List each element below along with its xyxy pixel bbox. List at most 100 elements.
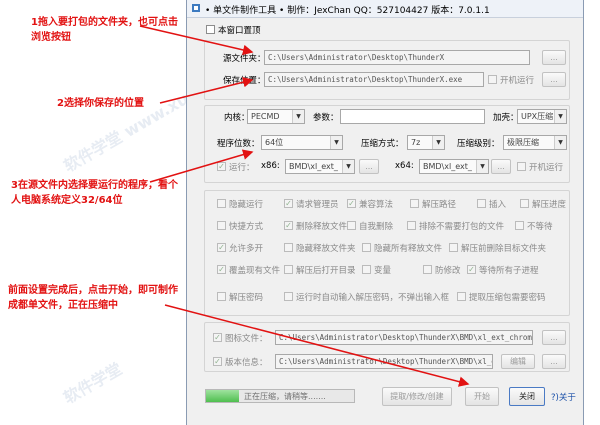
- option-checkbox[interactable]: [457, 292, 466, 301]
- progress-bar: 正在压缩，请稍等.......: [205, 389, 355, 403]
- x64-select[interactable]: BMD\xl_ext_ ▼: [419, 159, 489, 174]
- option-checkbox[interactable]: [284, 243, 293, 252]
- option-checkbox[interactable]: [477, 199, 486, 208]
- annotation-step4: 前面设置完成后，点击开始，即可制作成都单文件，正在压缩中: [8, 285, 178, 311]
- option-label: 请求管理员: [296, 200, 339, 210]
- extract-modify-create-button[interactable]: 提取/修改/创建: [382, 387, 452, 406]
- chevron-down-icon: ▼: [330, 136, 342, 149]
- x86-browse-button[interactable]: ...: [359, 159, 379, 174]
- option-checkbox[interactable]: [217, 292, 226, 301]
- about-link[interactable]: ?)关于: [551, 391, 576, 403]
- annotation-step3: 3在源文件内选择要运行的程序，看个人电脑系统定义32/64位: [11, 180, 178, 206]
- option-checkbox[interactable]: [449, 243, 458, 252]
- option-label: 删除释放文件: [296, 222, 348, 232]
- option-checkbox[interactable]: [410, 199, 419, 208]
- option-checkbox[interactable]: [284, 265, 293, 274]
- chevron-down-icon: ▼: [432, 136, 444, 149]
- option-label: 运行时自动输入解压密码，不弹出输入框: [296, 293, 450, 303]
- x86-select[interactable]: BMD\xl_ext_ ▼: [285, 159, 355, 174]
- startup-checkbox[interactable]: [488, 75, 497, 84]
- x64-browse-button[interactable]: ...: [491, 159, 511, 174]
- option-label: 隐藏所有释放文件: [374, 244, 443, 254]
- start-button[interactable]: 开始: [465, 387, 499, 406]
- icon-file-checkbox[interactable]: ✓: [213, 333, 222, 342]
- topmost-checkbox[interactable]: [206, 25, 215, 34]
- option-checkbox[interactable]: ✓: [217, 265, 226, 274]
- bits-label: 程序位数：: [217, 139, 260, 149]
- option-checkbox[interactable]: [362, 243, 371, 252]
- option-label: 解压密码: [229, 293, 264, 303]
- shell-label: 加壳：: [493, 113, 519, 123]
- level-select[interactable]: 极限压缩 ▼: [503, 135, 567, 150]
- option-checkbox[interactable]: [515, 221, 524, 230]
- version-info-field[interactable]: C:\Users\Administrator\Desktop\ThunderX\…: [275, 354, 493, 369]
- level-label: 压缩级别：: [457, 139, 500, 149]
- x64-label: x64:: [395, 161, 414, 171]
- option-checkbox[interactable]: [284, 292, 293, 301]
- version-info-label: 版本信息：: [225, 358, 268, 368]
- version-info-checkbox[interactable]: ✓: [213, 357, 222, 366]
- param-input[interactable]: [340, 109, 485, 124]
- progress-fill: [206, 390, 239, 402]
- annotation-step1: 1拖入要打包的文件夹，也可点击浏览按钮: [31, 17, 178, 43]
- startup-label: 开机运行: [500, 76, 535, 86]
- save-location-field[interactable]: C:\Users\Administrator\Desktop\ThunderX.…: [264, 72, 484, 87]
- run-startup-label: 开机运行: [529, 163, 564, 173]
- version-browse-button[interactable]: ...: [542, 354, 566, 369]
- option-checkbox[interactable]: [362, 265, 371, 274]
- option-checkbox[interactable]: [217, 199, 226, 208]
- x64-value: BMD\xl_ext_: [423, 162, 472, 171]
- x86-label: x86:: [261, 161, 280, 171]
- chevron-down-icon: ▼: [292, 110, 304, 123]
- level-value: 极限压缩: [507, 138, 539, 147]
- bits-select[interactable]: 64位 ▼: [261, 135, 343, 150]
- compress-label: 压缩方式：: [361, 139, 404, 149]
- compress-value: 7z: [411, 138, 421, 147]
- run-startup-checkbox[interactable]: [517, 162, 526, 171]
- window-title: • 单文件制作工具 • 制作：JexChan QQ：527104427 版本：7…: [205, 6, 490, 16]
- option-label: 解压后打开目录: [296, 266, 356, 276]
- source-browse-button[interactable]: ...: [542, 50, 566, 65]
- core-label: 内核：: [224, 113, 250, 123]
- icon-file-field[interactable]: C:\Users\Administrator\Desktop\ThunderX\…: [275, 330, 533, 345]
- option-checkbox[interactable]: [407, 221, 416, 230]
- chevron-down-icon: ▼: [554, 110, 566, 123]
- option-checkbox[interactable]: ✓: [284, 199, 293, 208]
- option-label: 隐藏释放文件夹: [296, 244, 356, 254]
- option-label: 等待所有子进程: [479, 266, 539, 276]
- option-label: 覆盖现有文件: [229, 266, 281, 276]
- param-label: 参数：: [313, 113, 339, 123]
- source-folder-field[interactable]: C:\Users\Administrator\Desktop\ThunderX: [264, 50, 530, 65]
- compress-select[interactable]: 7z ▼: [407, 135, 445, 150]
- watermark: 软件学堂: [60, 359, 126, 408]
- chevron-down-icon: ▼: [342, 160, 354, 173]
- annotation-step2: 2选择你保存的位置: [57, 98, 144, 109]
- option-label: 插入: [489, 200, 507, 210]
- option-checkbox[interactable]: [217, 221, 226, 230]
- save-browse-button[interactable]: ...: [542, 72, 566, 87]
- app-icon: [192, 4, 200, 12]
- option-label: 隐藏运行: [229, 200, 264, 210]
- option-checkbox[interactable]: ✓: [284, 221, 293, 230]
- option-checkbox[interactable]: ✓: [347, 199, 356, 208]
- title-bar: • 单文件制作工具 • 制作：JexChan QQ：527104427 版本：7…: [187, 0, 583, 18]
- shell-select[interactable]: UPX压缩 ▼: [517, 109, 567, 124]
- option-checkbox[interactable]: ✓: [467, 265, 476, 274]
- core-select[interactable]: PECMD ▼: [247, 109, 305, 124]
- run-checkbox[interactable]: ✓: [217, 162, 226, 171]
- option-label: 变量: [374, 266, 392, 276]
- option-label: 自我删除: [359, 222, 394, 232]
- option-checkbox[interactable]: [347, 221, 356, 230]
- progress-text: 正在压缩，请稍等.......: [244, 392, 326, 401]
- close-button[interactable]: 关闭: [509, 387, 545, 406]
- option-label: 解压前删除目标文件夹: [461, 244, 547, 254]
- option-checkbox[interactable]: [520, 199, 529, 208]
- x86-value: BMD\xl_ext_: [289, 162, 338, 171]
- option-checkbox[interactable]: [423, 265, 432, 274]
- option-checkbox[interactable]: ✓: [217, 243, 226, 252]
- option-label: 解压进度: [532, 200, 567, 210]
- icon-browse-button[interactable]: ...: [542, 330, 566, 345]
- icon-file-label: 图标文件：: [225, 334, 268, 344]
- option-label: 防修改: [435, 266, 461, 276]
- version-edit-button[interactable]: 编辑: [501, 354, 535, 369]
